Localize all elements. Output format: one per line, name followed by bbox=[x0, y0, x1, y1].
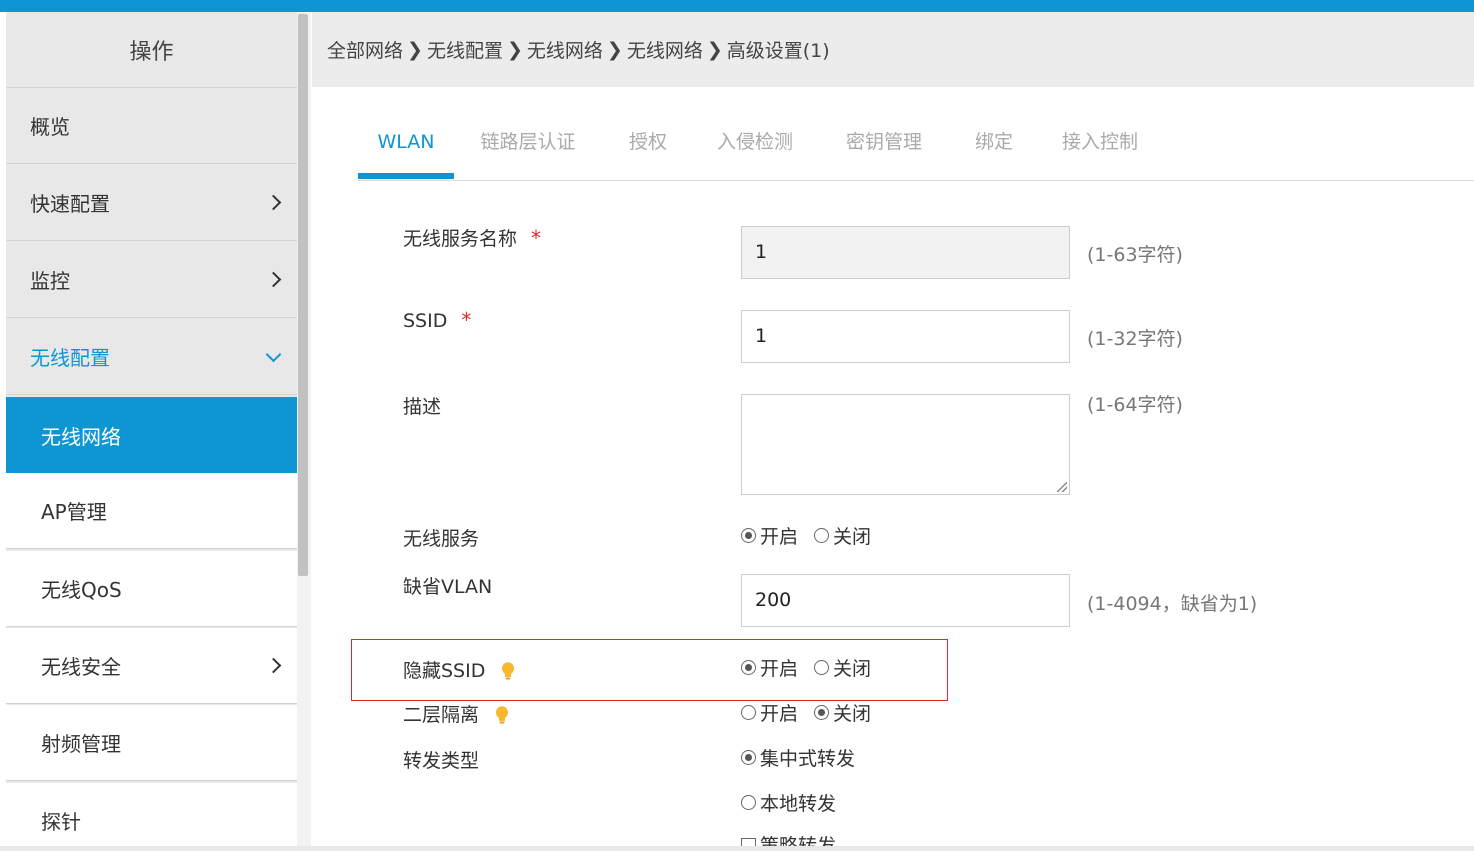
sidebar-item-label: 无线QoS bbox=[41, 578, 122, 602]
ssid-label: SSID * bbox=[403, 308, 471, 332]
breadcrumb-current: 高级设置(1) bbox=[726, 40, 830, 62]
tab-authorization[interactable]: 授权 bbox=[620, 119, 676, 179]
sidebar-header: 操作 bbox=[6, 12, 297, 88]
service-name-hint: (1-63字符) bbox=[1087, 244, 1183, 266]
radio-label: 开启 bbox=[760, 703, 799, 725]
breadcrumb-separator-icon: ❯ bbox=[407, 38, 423, 61]
checkbox-icon[interactable] bbox=[741, 838, 756, 846]
l2-isolation-radio-group: 开启 关闭 bbox=[741, 699, 887, 726]
resize-grip-icon[interactable] bbox=[1057, 482, 1067, 492]
sidebar-item-label: 射频管理 bbox=[41, 732, 121, 756]
description-textarea[interactable] bbox=[741, 394, 1070, 495]
sidebar-scrollbar-thumb[interactable] bbox=[298, 14, 308, 576]
radio-unchecked-icon[interactable] bbox=[741, 795, 756, 810]
tab-key-management[interactable]: 密钥管理 bbox=[839, 119, 929, 179]
sidebar-item-label: 快速配置 bbox=[30, 192, 110, 216]
description-hint: (1-64字符) bbox=[1087, 394, 1183, 416]
sidebar: 操作 概览 快速配置 监控 无线配置 无线网络 AP管理 无线QoS 无线安全 … bbox=[6, 12, 297, 851]
forward-type-centralized-option[interactable]: 集中式转发 bbox=[741, 744, 855, 771]
horizontal-scrollbar[interactable] bbox=[0, 846, 1474, 851]
radio-label: 策略转发 bbox=[760, 835, 837, 846]
sidebar-item-wireless-config[interactable]: 无线配置 bbox=[6, 319, 297, 395]
forward-type-policy-option[interactable]: 策略转发 bbox=[741, 831, 836, 846]
chevron-right-icon bbox=[265, 194, 282, 211]
tab-link-auth[interactable]: 链路层认证 bbox=[472, 119, 584, 179]
radio-checked-icon[interactable] bbox=[741, 528, 756, 543]
radio-checked-icon[interactable] bbox=[814, 705, 830, 720]
tab-wlan[interactable]: WLAN bbox=[358, 119, 454, 179]
l2-isolation-label: 二层隔离 bbox=[403, 700, 509, 727]
top-accent-bar bbox=[0, 0, 1474, 12]
radio-label: 关闭 bbox=[833, 703, 872, 725]
sidebar-item-label: 无线配置 bbox=[30, 346, 110, 370]
tab-bar: WLAN 链路层认证 授权 入侵检测 密钥管理 绑定 接入控制 bbox=[358, 119, 1474, 181]
ssid-hint: (1-32字符) bbox=[1087, 328, 1183, 350]
sidebar-item-wireless-qos[interactable]: 无线QoS bbox=[6, 551, 297, 627]
forward-type-label: 转发类型 bbox=[403, 750, 480, 772]
tab-binding[interactable]: 绑定 bbox=[966, 119, 1022, 179]
sidebar-item-quick-config[interactable]: 快速配置 bbox=[6, 165, 297, 241]
service-name-field[interactable]: 1 bbox=[741, 226, 1070, 279]
description-label: 描述 bbox=[403, 396, 442, 418]
lightbulb-icon[interactable] bbox=[495, 706, 509, 725]
sidebar-item-monitor[interactable]: 监控 bbox=[6, 242, 297, 318]
breadcrumb-separator-icon: ❯ bbox=[506, 38, 523, 61]
sidebar-item-label: 无线安全 bbox=[41, 655, 121, 679]
tab-access-control[interactable]: 接入控制 bbox=[1055, 119, 1145, 179]
radio-label: 本地转发 bbox=[760, 793, 837, 815]
breadcrumb-item[interactable]: 无线网络 bbox=[627, 36, 703, 63]
default-vlan-label: 缺省VLAN bbox=[403, 576, 493, 598]
wireless-service-off-option[interactable]: 关闭 bbox=[814, 522, 871, 549]
breadcrumb: 全部网络 ❯ 无线配置 ❯ 无线网络 ❯ 无线网络 ❯ 高级设置(1) bbox=[312, 12, 1474, 87]
l2-isolation-label-text: 二层隔离 bbox=[403, 704, 480, 726]
required-mark: * bbox=[531, 226, 542, 250]
wireless-service-on-option[interactable]: 开启 bbox=[741, 522, 798, 549]
highlight-box bbox=[351, 639, 948, 701]
radio-label: 开启 bbox=[760, 526, 799, 548]
sidebar-item-overview[interactable]: 概览 bbox=[6, 88, 297, 164]
sidebar-item-radio-management[interactable]: 射频管理 bbox=[6, 705, 297, 781]
sidebar-item-label: 监控 bbox=[30, 269, 70, 293]
service-name-label: 无线服务名称 * bbox=[403, 224, 541, 251]
required-mark: * bbox=[461, 308, 472, 332]
sidebar-item-ap-management[interactable]: AP管理 bbox=[6, 473, 297, 549]
default-vlan-hint: (1-4094，缺省为1) bbox=[1087, 593, 1258, 615]
breadcrumb-item[interactable]: 无线网络 bbox=[527, 36, 603, 63]
breadcrumb-separator-icon: ❯ bbox=[606, 38, 623, 61]
chevron-right-icon bbox=[265, 657, 282, 674]
wireless-service-radio-group: 开启 关闭 bbox=[741, 522, 887, 549]
ssid-label-text: SSID bbox=[403, 310, 448, 332]
l2-isolation-off-option[interactable]: 关闭 bbox=[814, 699, 871, 726]
tab-intrusion-detection[interactable]: 入侵检测 bbox=[710, 119, 800, 179]
radio-unchecked-icon[interactable] bbox=[741, 705, 756, 720]
l2-isolation-on-option[interactable]: 开启 bbox=[741, 699, 798, 726]
chevron-right-icon bbox=[265, 271, 282, 288]
breadcrumb-item[interactable]: 全部网络 bbox=[327, 36, 403, 63]
forward-type-local-option[interactable]: 本地转发 bbox=[741, 789, 836, 816]
radio-label: 关闭 bbox=[833, 526, 872, 548]
sidebar-item-label: 无线网络 bbox=[41, 424, 121, 449]
default-vlan-field[interactable]: 200 bbox=[741, 574, 1070, 627]
sidebar-item-label: 探针 bbox=[41, 810, 81, 834]
sidebar-item-label: AP管理 bbox=[41, 500, 107, 524]
sidebar-item-label: 概览 bbox=[30, 115, 70, 139]
ssid-field[interactable]: 1 bbox=[741, 310, 1070, 363]
radio-checked-icon[interactable] bbox=[741, 750, 756, 765]
chevron-down-icon bbox=[265, 346, 282, 363]
sidebar-item-wireless-security[interactable]: 无线安全 bbox=[6, 628, 297, 704]
wireless-service-label: 无线服务 bbox=[403, 528, 480, 550]
sidebar-item-probe[interactable]: 探针 bbox=[6, 783, 297, 851]
service-name-label-text: 无线服务名称 bbox=[403, 228, 518, 250]
breadcrumb-item[interactable]: 无线配置 bbox=[427, 36, 503, 63]
breadcrumb-separator-icon: ❯ bbox=[706, 38, 723, 61]
radio-unchecked-icon[interactable] bbox=[814, 528, 830, 543]
radio-label: 集中式转发 bbox=[760, 748, 856, 770]
sidebar-item-wireless-network[interactable]: 无线网络 bbox=[6, 397, 297, 473]
